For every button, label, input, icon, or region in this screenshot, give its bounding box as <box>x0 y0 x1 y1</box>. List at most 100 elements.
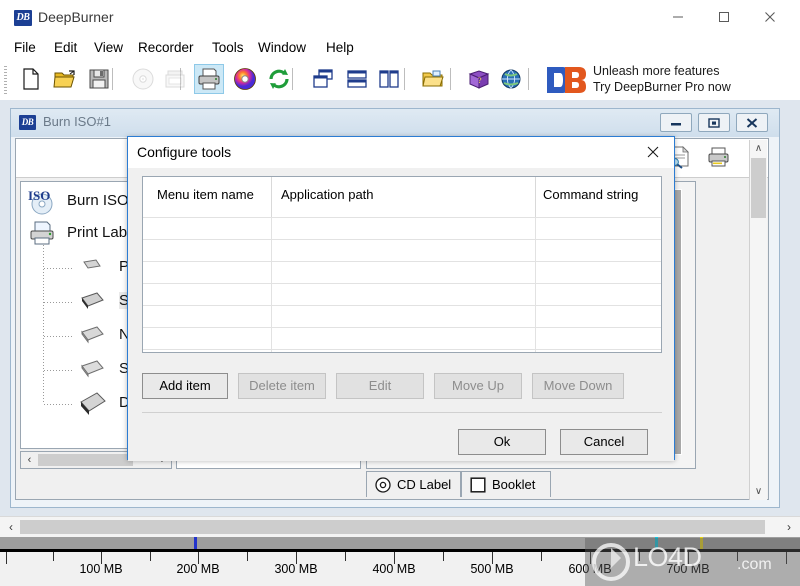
menu-file[interactable]: File <box>8 38 42 58</box>
column-divider[interactable] <box>535 177 536 217</box>
tab-label: Booklet <box>492 477 536 492</box>
scroll-up-arrow-icon[interactable]: ∧ <box>750 140 767 157</box>
capacity-area: ‹ › 100 MB 200 MB 300 MB 400 MB 500 MB 600 MB… <box>0 516 800 586</box>
open-folder-icon[interactable] <box>50 64 80 94</box>
capacity-ruler: 100 MB 200 MB 300 MB 400 MB 500 MB 600 MB 700 … <box>0 552 800 586</box>
scroll-down-arrow-icon[interactable]: ∨ <box>750 483 767 500</box>
normal-case-icon <box>77 322 107 350</box>
tab-booklet[interactable]: Booklet <box>461 471 551 497</box>
ruler-label: 300 MB <box>274 562 318 576</box>
promo-line-2: Try DeepBurner Pro now <box>593 80 731 94</box>
tree-connector-line <box>44 302 74 303</box>
open-project-icon[interactable] <box>418 64 448 94</box>
label-tabstrip: CD Label Booklet <box>366 471 706 497</box>
tile-vertical-icon[interactable] <box>374 64 404 94</box>
ruler-tick <box>737 552 738 561</box>
ruler-tick <box>786 552 787 564</box>
table-row[interactable] <box>143 349 661 352</box>
disc-capacity-bar <box>0 537 800 552</box>
refresh-icon[interactable] <box>264 64 294 94</box>
new-icon[interactable] <box>16 64 46 94</box>
child-restore-icon[interactable] <box>698 113 730 132</box>
cd-label-icon <box>375 477 391 493</box>
cascade-windows-icon[interactable] <box>308 64 338 94</box>
column-header[interactable]: Menu item name <box>157 187 254 202</box>
move-up-button: Move Up <box>434 373 522 399</box>
ruler-label: 500 MB <box>470 562 514 576</box>
cd-label-disc-icon[interactable] <box>230 64 260 94</box>
toolbar-separator <box>528 68 529 90</box>
dialog-titlebar: Configure tools <box>128 137 674 168</box>
yellow-marker <box>700 537 703 549</box>
web-globe-icon[interactable] <box>496 64 526 94</box>
child-minimize-icon[interactable] <box>660 113 692 132</box>
child-window-titlebar: DB Burn ISO#1 <box>11 109 779 137</box>
erase-disc-icon <box>160 64 190 94</box>
close-icon[interactable] <box>747 0 793 33</box>
dialog-divider <box>142 412 662 413</box>
tree-item-label: Burn ISO <box>67 192 129 209</box>
scroll-thumb[interactable] <box>20 520 765 534</box>
close-icon[interactable] <box>632 137 674 167</box>
cancel-button[interactable]: Cancel <box>560 429 648 455</box>
ruler-tick <box>6 552 7 564</box>
column-header[interactable]: Application path <box>281 187 374 202</box>
svg-text:ISO: ISO <box>28 188 50 203</box>
printer-icon <box>27 220 57 248</box>
scroll-left-arrow-icon[interactable]: ‹ <box>22 453 37 467</box>
table-row[interactable] <box>143 217 661 240</box>
scroll-thumb[interactable] <box>751 158 766 218</box>
promo-line-1: Unleash more features <box>593 64 720 78</box>
ruler-tick <box>639 552 640 561</box>
db-pro-logo-icon <box>547 67 586 93</box>
column-grid-line <box>535 217 536 352</box>
window-titlebar: DB DeepBurner <box>0 0 800 36</box>
iso-disc-icon: ISO <box>27 188 57 216</box>
column-divider[interactable] <box>271 177 272 217</box>
menu-view[interactable]: View <box>88 38 129 58</box>
printer-icon[interactable] <box>706 145 734 171</box>
child-window-title: Burn ISO#1 <box>43 114 111 129</box>
menu-window[interactable]: Window <box>252 38 312 58</box>
ok-button[interactable]: Ok <box>458 429 546 455</box>
table-row[interactable] <box>143 239 661 262</box>
tools-table[interactable]: Menu item name Application path Command st… <box>142 176 662 353</box>
tree-connector-line <box>44 268 74 269</box>
child-close-icon[interactable] <box>736 113 768 132</box>
ruler-tick <box>345 552 346 561</box>
promo-banner[interactable]: Unleash more features Try DeepBurner Pro… <box>545 64 795 96</box>
column-header[interactable]: Command string <box>543 187 638 202</box>
deepburner-app-window: DB DeepBurner File Edit View Recorder Tools W… <box>0 0 800 586</box>
main-horizontal-scrollbar[interactable]: ‹ › <box>0 516 800 537</box>
dvd-case-icon <box>77 390 109 420</box>
print-label-icon[interactable] <box>194 64 224 94</box>
toolbar-grip[interactable] <box>4 66 7 94</box>
blue-marker <box>194 537 197 549</box>
save-disk-icon[interactable] <box>84 64 114 94</box>
ruler-tick <box>541 552 542 561</box>
scroll-thumb[interactable] <box>38 454 133 466</box>
child-vertical-scrollbar[interactable]: ∧ ∨ <box>749 140 767 500</box>
menu-recorder[interactable]: Recorder <box>132 38 200 58</box>
table-row[interactable] <box>143 261 661 284</box>
ruler-label: 400 MB <box>372 562 416 576</box>
tab-label: CD Label <box>397 477 452 492</box>
table-row[interactable] <box>143 283 661 306</box>
menu-help[interactable]: Help <box>320 38 360 58</box>
scroll-left-arrow-icon[interactable]: ‹ <box>2 519 20 535</box>
scroll-right-arrow-icon[interactable]: › <box>780 519 798 535</box>
main-toolbar: ? Unleash more features Try DeepBurner P… <box>0 60 800 101</box>
table-row[interactable] <box>143 305 661 328</box>
menu-tools[interactable]: Tools <box>206 38 250 58</box>
help-book-icon[interactable]: ? <box>464 64 494 94</box>
tree-connector-line <box>44 370 74 371</box>
minimize-icon[interactable] <box>655 0 701 33</box>
toolbar-separator <box>404 68 405 90</box>
tab-cd-label[interactable]: CD Label <box>366 471 461 497</box>
table-row[interactable] <box>143 327 661 350</box>
maximize-icon[interactable] <box>701 0 747 33</box>
menu-edit[interactable]: Edit <box>48 38 83 58</box>
tile-horizontal-icon[interactable] <box>342 64 372 94</box>
add-item-button[interactable]: Add item <box>142 373 228 399</box>
burn-disc-icon <box>128 64 158 94</box>
